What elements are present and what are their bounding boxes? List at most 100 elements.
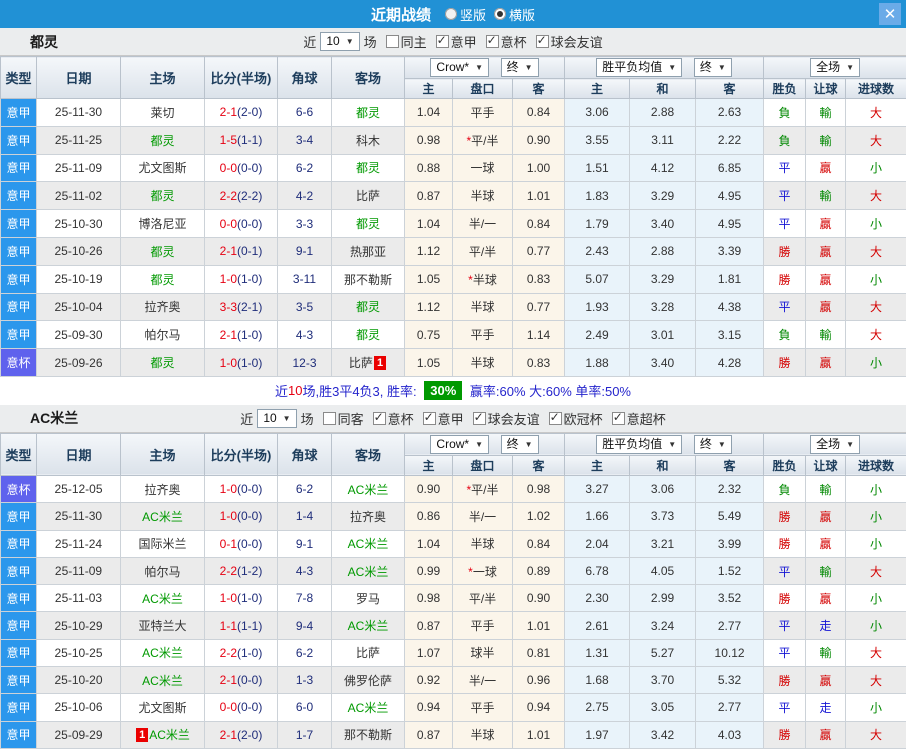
handicap-result-cell: 贏 (805, 153, 847, 183)
provider-select[interactable]: Crow* ▼ (430, 434, 490, 454)
match-count-value: 10 (326, 34, 340, 48)
provider-select[interactable]: Crow* ▼ (430, 58, 490, 77)
table-row: 意甲 25-10-04 拉齐奥 3-3(2-1) 3-5 都灵 1.12 半球 0.77 1.93… (0, 292, 906, 322)
caret-down-icon: ▼ (345, 37, 354, 46)
final-avg-select[interactable]: 终 ▼ (693, 58, 732, 77)
close-button[interactable]: ✕ (879, 3, 901, 25)
league-filter-checkbox[interactable] (548, 410, 562, 425)
avg-away-cell: 1.52 (695, 556, 765, 586)
date-cell: 25-11-02 (36, 181, 121, 211)
home-odds-cell: 1.04 (404, 98, 453, 127)
league-filter-checkbox[interactable] (372, 410, 386, 425)
home-team-name: 博洛尼亚 (138, 217, 187, 232)
avg-away-cell: 2.63 (695, 98, 765, 127)
handicap-cell: *一球 (452, 556, 513, 586)
avg-away-cell: 2.77 (695, 693, 765, 722)
halftime-score: (1-2) (237, 564, 263, 578)
away-odds: 0.81 (526, 645, 551, 660)
handicap-result-cell: 輸 (805, 125, 847, 155)
avg-odds-header: 胜平负均值 ▼ 终 ▼ (564, 56, 765, 79)
avg-away-cell: 4.38 (695, 292, 765, 322)
score-cell: 0-1(0-0) (204, 529, 278, 558)
date-cell: 25-10-19 (36, 264, 121, 294)
away-odds: 0.94 (526, 700, 551, 715)
halftime-score: (0-0) (237, 509, 263, 524)
handicap-line: 平手 (470, 619, 495, 634)
league-filter-checkbox[interactable] (535, 33, 549, 48)
result-cell: 負 (763, 125, 807, 155)
avg-draw-cell: 3.40 (629, 209, 697, 238)
away-odds: 0.83 (526, 272, 551, 287)
match-type: 意甲 (6, 728, 31, 743)
final-avg-select[interactable]: 终 ▼ (693, 434, 732, 454)
date-cell: 25-10-04 (36, 292, 121, 322)
handicap-result: 贏 (819, 161, 832, 176)
home-odds: 1.04 (416, 536, 441, 551)
avg-away-cell: 4.95 (695, 209, 765, 238)
col-corner: 角球 (277, 432, 332, 476)
league-filter-checkbox[interactable] (611, 410, 625, 425)
handicap-result-cell: 走 (805, 611, 847, 640)
avg-home-odds: 3.06 (585, 105, 609, 120)
match-date: 25-10-30 (54, 216, 103, 231)
match-date: 25-10-19 (54, 272, 103, 287)
handicap-result: 贏 (819, 244, 832, 259)
col-away: 客场 (331, 432, 405, 476)
avg-home-cell: 1.79 (564, 209, 631, 238)
radio-horizontal-layout[interactable] (494, 8, 506, 20)
handicap-cell: 半球 (452, 292, 513, 322)
home-odds: 0.94 (416, 700, 441, 715)
avg-select[interactable]: 胜平负均值 ▼ (596, 58, 683, 77)
away-team-name: 那不勒斯 (343, 272, 392, 287)
league-filter-checkbox[interactable] (472, 410, 486, 425)
away-team-cell: 拉齐奥 (331, 502, 405, 531)
home-odds-cell: 0.75 (404, 320, 453, 350)
away-odds-cell: 1.14 (511, 320, 566, 350)
away-odds: 0.84 (526, 105, 551, 120)
away-team-cell: 都灵 (331, 98, 405, 127)
full-match-select[interactable]: 全场 ▼ (810, 434, 861, 454)
fulltime-score: 2-1 (219, 105, 237, 120)
match-type: 意甲 (6, 161, 31, 176)
league-filter-checkbox[interactable] (385, 35, 399, 48)
league-filter-checkbox[interactable] (435, 33, 449, 48)
final-odds-select[interactable]: 终 ▼ (500, 434, 539, 454)
score-cell: 1-1(1-1) (204, 611, 278, 640)
away-team-name: 都灵 (355, 217, 380, 232)
handicap-cell: 平/半 (452, 584, 513, 613)
match-count-select[interactable]: 10 ▼ (257, 408, 297, 428)
avg-draw-odds: 3.42 (650, 727, 675, 742)
win-draw-loss: 平 (778, 619, 791, 634)
away-team-cell: 都灵 (331, 320, 405, 350)
avg-draw-odds: 3.24 (650, 618, 675, 633)
handicap-cell: 半/一 (452, 502, 513, 531)
avg-select[interactable]: 胜平负均值 ▼ (596, 434, 683, 454)
final-odds-select[interactable]: 终 ▼ (500, 58, 539, 77)
date-cell: 25-11-30 (36, 98, 121, 127)
full-match-select[interactable]: 全场 ▼ (810, 58, 861, 77)
fulltime-score: 0-0 (219, 160, 237, 175)
home-odds: 0.87 (416, 727, 441, 742)
match-count-select[interactable]: 10 ▼ (320, 32, 360, 51)
avg-away-odds: 6.85 (717, 160, 742, 175)
away-team-cell: 那不勒斯 (331, 264, 405, 294)
table-row: 意甲 25-11-30 AC米兰 1-0(0-0) 1-4 拉齐奥 0.86 半/一 1.02 1… (0, 502, 906, 531)
avg-draw-odds: 2.99 (650, 591, 675, 606)
home-odds-cell: 0.92 (404, 666, 453, 695)
radio-vertical-layout[interactable] (444, 8, 457, 20)
away-team-name: 拉齐奥 (349, 509, 386, 524)
result-cell: 勝 (763, 264, 807, 294)
avg-draw-cell: 3.11 (629, 125, 697, 155)
league-filter-checkbox[interactable] (485, 33, 499, 48)
league-filter-checkbox[interactable] (322, 411, 336, 425)
handicap-result-cell: 輸 (805, 638, 847, 668)
table-row: 意甲 25-11-24 国际米兰 0-1(0-0) 9-1 AC米兰 1.04 半球 0.84 2… (0, 529, 906, 558)
away-team-name: 佛罗伦萨 (343, 673, 392, 688)
match-type: 意甲 (6, 189, 31, 204)
league-filter-checkbox[interactable] (422, 410, 436, 425)
home-odds: 0.92 (416, 673, 441, 688)
corner-cell: 9-4 (277, 611, 332, 640)
avg-draw-odds: 3.01 (650, 327, 675, 342)
over-under-result: 大 (870, 564, 883, 579)
halftime-score: (0-0) (237, 160, 263, 175)
